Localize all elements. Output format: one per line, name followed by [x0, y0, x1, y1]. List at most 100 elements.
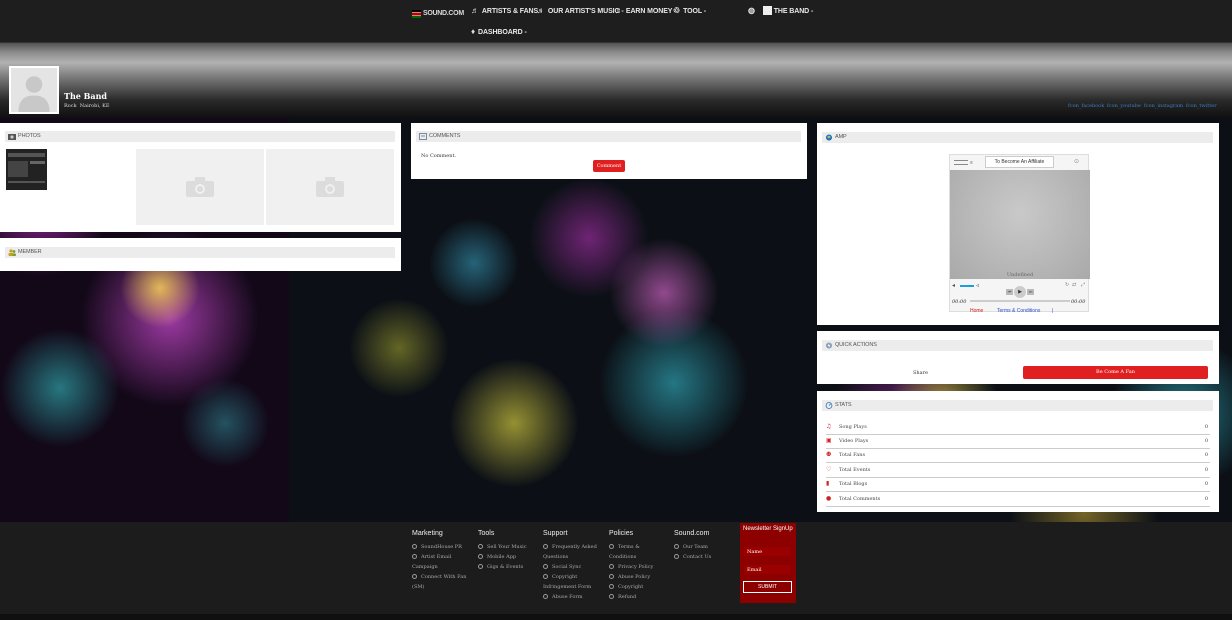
footer-link[interactable]: Privacy Policy [609, 562, 667, 572]
settings-icon[interactable]: ⊙ [1074, 158, 1079, 165]
profile-location: Nairobi, KE [79, 103, 110, 109]
member-panel: MEMBER [0, 238, 401, 271]
stat-row-total-blogs: ▮ Total Blogs 0 [826, 478, 1210, 492]
footer-link[interactable]: Artist Email Campaign [412, 552, 470, 572]
footer-link[interactable]: SoundHouse PR [412, 542, 470, 552]
globe-icon [825, 134, 833, 141]
users-icon: ☻ [826, 451, 832, 458]
footer-column-marketing: Marketing SoundHouse PR Artist Email Cam… [412, 530, 470, 592]
volume-icon[interactable]: ◂ [952, 282, 955, 289]
previous-icon[interactable]: ⏮ [1006, 289, 1013, 295]
footer-link[interactable]: Refund [609, 592, 667, 602]
photo-placeholder[interactable] [136, 149, 264, 225]
shuffle-icon[interactable]: ⇄ [1072, 282, 1076, 288]
newsletter-submit-button[interactable]: SUBMIT [743, 581, 792, 593]
affiliate-tab[interactable]: To Become An Affiliate [985, 156, 1054, 168]
track-status: Undefined [1006, 272, 1034, 278]
progress-bar[interactable] [970, 300, 1070, 302]
profile-meta: Rock Nairobi, KE [64, 103, 110, 109]
footer-link[interactable]: Copyright [609, 582, 667, 592]
audio-player-widget: ≡ To Become An Affiliate ⊙ Undefined ◂ ◃… [949, 154, 1090, 312]
become-fan-button[interactable]: Be Come A Fan [1023, 366, 1208, 379]
footer-link[interactable]: Contact Us [674, 552, 734, 562]
comments-icon: ● [826, 495, 832, 502]
site-logo[interactable]: SOUND.COM [412, 9, 466, 18]
user-silhouette-icon [11, 68, 57, 112]
comments-header: COMMENTS [416, 131, 801, 142]
comment-button[interactable]: Comment [593, 160, 625, 172]
stat-row-song-plays: ♫ Song Plays 0 [826, 421, 1210, 435]
time-total: 00:00 [1071, 299, 1086, 305]
list-icon[interactable]: ≡ [970, 160, 973, 166]
footer-link[interactable]: Copyright Infringement Form [543, 572, 601, 592]
share-button[interactable]: Share [913, 370, 928, 376]
footer-link[interactable]: Sell Your Music [478, 542, 538, 552]
instagram-link[interactable]: fcon_instagram [1144, 103, 1183, 109]
nav-item-artists-fans[interactable]: ♬ ARTISTS & FANS - [471, 6, 542, 15]
nav-item-tool[interactable]: ♲ TOOL - [673, 6, 706, 15]
footer-column-support: Support Frequently Asked Questions Socia… [543, 530, 601, 620]
profile-name: The Band [64, 91, 107, 101]
nav-item-the-band[interactable]: ◍ THE BAND - [748, 6, 813, 15]
menu-icon[interactable] [954, 160, 968, 165]
footer-column-sound-com: Sound.com Our Team Contact Us [674, 530, 734, 562]
footer-column-tools: Tools Sell Your Music Mobile App Gigs & … [478, 530, 538, 572]
footer-link[interactable]: Frequently Asked Questions [543, 542, 601, 562]
newsletter-email-input[interactable] [744, 565, 790, 574]
player-home-link[interactable]: Home [970, 308, 983, 314]
facebook-link[interactable]: fcon_facebook [1068, 103, 1104, 109]
quick-actions-panel: QUICK ACTIONS Share Be Come A Fan [817, 331, 1219, 384]
globe-icon: ◍ [748, 6, 755, 15]
stats-header: STATS [822, 400, 1213, 411]
player-terms-link[interactable]: Terms & Conditions [997, 308, 1040, 314]
photo-thumbnail[interactable] [6, 149, 47, 190]
comment-icon [419, 133, 427, 140]
music-note-icon: ♬ [471, 6, 479, 15]
newsletter-title: Newsletter SignUp [743, 526, 793, 532]
footer-heading: Tools [478, 530, 495, 537]
footer-heading: Marketing [412, 530, 443, 537]
footer-column-policies: Policies Terms & Conditions Privacy Poli… [609, 530, 667, 602]
comments-panel: COMMENTS No Comment. Comment [411, 123, 807, 179]
footer-link[interactable]: Gigs & Events [478, 562, 538, 572]
volume-up-icon[interactable]: ◃ [976, 282, 979, 289]
photo-placeholder[interactable] [266, 149, 394, 225]
camera-placeholder-icon [186, 177, 214, 197]
member-header: MEMBER [5, 247, 395, 258]
stat-row-total-fans: ☻ Total Fans 0 [826, 449, 1210, 463]
top-navigation: SOUND.COM ♬ ARTISTS & FANS - ♬ OUR ARTIST'… [0, 0, 1232, 43]
music-note-icon: ♬ [537, 6, 545, 15]
footer-link[interactable]: Abuse Form [543, 592, 601, 602]
footer-heading: Policies [609, 530, 634, 537]
next-icon[interactable]: ⏭ [1027, 289, 1034, 295]
music-note-icon: ♫ [826, 423, 832, 430]
youtube-link[interactable]: fcon_youtube [1107, 103, 1141, 109]
nav-item-earn-money[interactable]: ♬ EARN MONEY - [615, 6, 676, 15]
gauge-icon [825, 402, 833, 409]
twitter-link[interactable]: fcon_twitter [1186, 103, 1217, 109]
footer-link[interactable]: Mobile App [478, 552, 538, 562]
music-note-icon: ♬ [615, 6, 623, 15]
play-icon[interactable]: ▶ [1014, 286, 1026, 298]
bookmark-icon: ▮ [826, 480, 830, 487]
newsletter-name-input[interactable] [744, 547, 790, 556]
footer-link[interactable]: Social Sync [543, 562, 601, 572]
profile-avatar[interactable] [9, 66, 59, 114]
calendar-icon: ♡ [826, 466, 832, 473]
footer-link[interactable]: Connect With Fan (SM) [412, 572, 470, 592]
profile-banner [0, 43, 1232, 118]
volume-slider[interactable] [960, 285, 974, 287]
no-comment-text: No Comment. [421, 153, 457, 159]
nav-item-our-artists-music[interactable]: ♬ OUR ARTIST'S MUSIC - [537, 6, 624, 15]
logo-text: SOUND.COM [423, 10, 464, 17]
video-icon: ▣ [826, 437, 832, 444]
footer-link[interactable]: Our Team [674, 542, 734, 552]
fullscreen-icon[interactable]: ⤢ [1081, 282, 1085, 288]
footer-link[interactable]: Terms & Conditions [609, 542, 667, 562]
stat-row-video-plays: ▣ Video Plays 0 [826, 435, 1210, 449]
kenya-flag-icon [412, 9, 421, 18]
footer-link[interactable]: Abuse Policy [609, 572, 667, 582]
nav-item-dashboard[interactable]: ♦ DASHBOARD - [471, 27, 527, 36]
photos-panel: PHOTOS [0, 123, 401, 232]
repeat-icon[interactable]: ↻ [1065, 282, 1069, 288]
